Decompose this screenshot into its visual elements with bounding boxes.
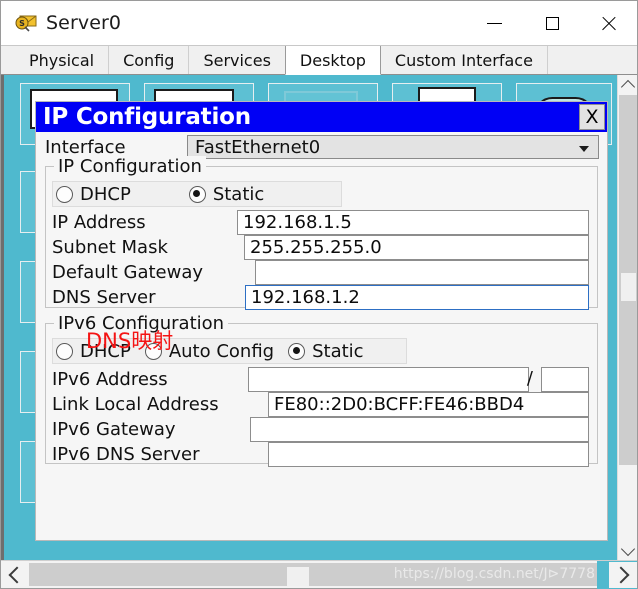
field-row-ipv6-address: IPv6 Address /: [52, 367, 591, 392]
scroll-up-button[interactable]: [618, 75, 637, 95]
radio-ipv4-static[interactable]: Static: [188, 183, 265, 205]
desktop-icon-canvas: Connector IP Configuration X Interface F…: [4, 75, 617, 560]
dialog-title: IP Configuration: [43, 104, 251, 130]
ipv4-group-title: IP Configuration: [54, 156, 206, 177]
desktop-panel: Connector IP Configuration X Interface F…: [1, 75, 637, 560]
chevron-up-icon: [620, 79, 636, 94]
tab-config[interactable]: Config: [108, 46, 190, 74]
input-default-gateway[interactable]: [255, 260, 589, 285]
field-row-subnet-mask: Subnet Mask 255.255.255.0: [52, 235, 591, 260]
input-ipv6-prefix-length[interactable]: [541, 367, 589, 392]
field-row-dns-server: DNS Server 192.168.1.2: [52, 285, 591, 310]
ipv4-group: IP Configuration DHCP Static IP Address …: [45, 156, 598, 310]
radio-label-ipv6-auto-config: Auto Config: [168, 340, 275, 362]
field-row-link-local-address: Link Local Address FE80::2D0:BCFF:FE46:B…: [52, 392, 591, 417]
input-dns-server[interactable]: 192.168.1.2: [245, 285, 589, 310]
tab-physical[interactable]: Physical: [15, 46, 110, 74]
radio-icon-ipv4-static: [188, 185, 206, 203]
interface-select[interactable]: FastEthernet0: [187, 135, 599, 159]
window-title: Server0: [46, 12, 122, 34]
minimize-icon: [486, 22, 502, 24]
radio-label-ipv4-dhcp: DHCP: [80, 183, 131, 205]
field-row-ipv6-gateway: IPv6 Gateway: [52, 417, 591, 442]
dns-annotation-text: DNS映射: [86, 329, 174, 353]
input-ip-address[interactable]: 192.168.1.5: [237, 210, 589, 235]
maximize-icon: [545, 16, 559, 30]
minimize-button[interactable]: [471, 1, 517, 45]
input-ipv6-gateway[interactable]: [250, 417, 589, 442]
window-title-bar: S Server0: [1, 1, 637, 45]
chevron-left-icon: [8, 566, 26, 583]
dialog-body: Interface FastEthernet0 IP Configuration: [36, 132, 607, 540]
label-dns-server: DNS Server: [52, 287, 156, 308]
tab-desktop[interactable]: Desktop: [284, 46, 381, 75]
vertical-scroll-track[interactable]: [619, 95, 637, 465]
tab-custom-interface[interactable]: Custom Interface: [379, 46, 548, 74]
watermark-text: https://blog.csdn.net/J⊳7778: [393, 566, 595, 582]
chevron-down-icon: [620, 541, 636, 556]
input-link-local-address[interactable]: FE80::2D0:BCFF:FE46:BBD4: [268, 392, 589, 417]
close-icon: [600, 15, 617, 32]
label-ipv6-gateway: IPv6 Gateway: [52, 419, 176, 440]
chevron-down-icon: [579, 146, 589, 152]
scroll-down-button[interactable]: [618, 540, 637, 560]
label-link-local-address: Link Local Address: [52, 394, 219, 415]
interface-selected-value: FastEthernet0: [195, 136, 321, 158]
server-envelope-icon: S: [15, 12, 37, 34]
ipv4-mode-radio-group: DHCP Static: [52, 181, 342, 207]
horizontal-scroll-track[interactable]: https://blog.csdn.net/J⊳7778: [29, 563, 597, 586]
input-subnet-mask[interactable]: 255.255.255.0: [244, 235, 589, 260]
application-window: S Server0 Physical Config Services Deskt…: [0, 0, 638, 589]
radio-icon-ipv6-static: [288, 342, 306, 360]
ip-configuration-dialog: IP Configuration X Interface FastEtherne…: [35, 101, 608, 541]
interface-label: Interface: [45, 136, 126, 158]
label-ipv6-address: IPv6 Address: [52, 369, 168, 390]
radio-ipv6-static[interactable]: Static: [288, 340, 364, 362]
scroll-left-button[interactable]: [1, 561, 29, 588]
maximize-button[interactable]: [529, 1, 575, 45]
label-ipv6-dns-server: IPv6 DNS Server: [52, 444, 200, 465]
svg-text:S: S: [19, 19, 25, 28]
horizontal-scrollbar[interactable]: https://blog.csdn.net/J⊳7778: [1, 560, 637, 589]
radio-ipv4-dhcp[interactable]: DHCP: [56, 184, 131, 205]
dialog-close-button[interactable]: X: [579, 104, 605, 130]
scroll-right-button[interactable]: [609, 561, 637, 588]
label-default-gateway: Default Gateway: [52, 262, 204, 283]
field-row-default-gateway: Default Gateway: [52, 260, 591, 285]
ipv6-prefix-separator: /: [526, 368, 533, 389]
close-button[interactable]: [585, 1, 631, 45]
label-ip-address: IP Address: [52, 212, 146, 233]
radio-label-ipv4-static: Static: [212, 183, 265, 205]
chevron-right-icon: [612, 566, 630, 583]
field-row-ipv6-dns-server: IPv6 DNS Server: [52, 442, 591, 467]
radio-icon-ipv4-dhcp: [56, 185, 73, 203]
radio-icon-ipv6-dhcp: [56, 342, 73, 360]
input-ipv6-address[interactable]: [248, 367, 529, 392]
radio-label-ipv6-static: Static: [312, 340, 364, 362]
tab-services[interactable]: Services: [188, 46, 286, 74]
vertical-scrollbar[interactable]: [617, 75, 637, 560]
field-row-ip-address: IP Address 192.168.1.5: [52, 210, 591, 235]
label-subnet-mask: Subnet Mask: [52, 237, 168, 258]
tab-bar: Physical Config Services Desktop Custom …: [1, 45, 637, 75]
dialog-title-bar: IP Configuration X: [36, 102, 607, 132]
vertical-scroll-thumb[interactable]: [621, 273, 636, 301]
input-ipv6-dns-server[interactable]: [268, 442, 589, 467]
horizontal-scroll-thumb[interactable]: [287, 567, 309, 586]
